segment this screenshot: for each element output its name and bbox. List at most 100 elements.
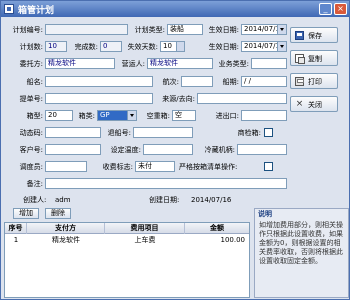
row-amount: 100.00 xyxy=(220,236,246,244)
sales-rep-field[interactable]: 精龙软件 xyxy=(147,58,213,69)
box-class-label: 箱类: xyxy=(78,112,95,120)
import-export-label: 进出口: xyxy=(215,112,239,120)
import-export-field[interactable] xyxy=(241,110,287,121)
print-button[interactable]: 打印 xyxy=(290,73,338,89)
col-amount-header[interactable]: 金额 xyxy=(185,223,249,234)
effective-date2-label: 生效日期: xyxy=(208,43,239,51)
copy-icon xyxy=(295,54,305,64)
print-button-label: 打印 xyxy=(308,78,322,86)
ship-name-field[interactable] xyxy=(45,76,153,87)
completed-label: 完成数: xyxy=(74,43,98,51)
remark-field[interactable] xyxy=(45,178,287,189)
add-fee-button[interactable]: 增加 xyxy=(13,208,39,219)
title-bar[interactable]: 箱管计划 _ × xyxy=(1,1,349,17)
fee-table[interactable]: 序号 支付方 费用项目 金额 1 精龙软件 上车费 100.00 xyxy=(4,222,250,298)
plan-no-field[interactable] xyxy=(45,24,128,35)
close-button[interactable]: × 关闭 xyxy=(290,96,338,112)
chevron-down-icon[interactable] xyxy=(277,42,286,51)
set-temp-field[interactable] xyxy=(143,144,193,155)
save-icon xyxy=(295,31,304,40)
box-type-field[interactable]: 20 xyxy=(45,110,73,121)
close-window-button[interactable]: × xyxy=(334,3,347,15)
power-code-field[interactable] xyxy=(45,127,101,138)
plan-window: 箱管计划 _ × 计划编号: 计划类型: 装船 生效日期: 2014/07/16… xyxy=(0,0,350,300)
strict-label: 严格按箱清单操作: xyxy=(179,163,238,171)
save-button-label: 保存 xyxy=(308,32,322,40)
sales-rep-label: 营运人: xyxy=(121,60,145,68)
fee-mark-label: 收费标志: xyxy=(102,163,133,171)
box-class-dropdown[interactable]: GP xyxy=(97,110,137,121)
close-button-label: 关闭 xyxy=(308,101,322,109)
col-payer-header[interactable]: 支付方 xyxy=(27,223,105,234)
plan-form: 计划编号: 计划类型: 装船 生效日期: 2014/07/16 计划数: 10 … xyxy=(3,18,287,204)
effective-date2-picker[interactable]: 2014/07/16 xyxy=(241,41,287,52)
invalid-days-stepper[interactable]: 10 xyxy=(160,41,185,52)
dispatcher-field[interactable] xyxy=(45,161,87,172)
row-item: 上车费 xyxy=(134,236,156,244)
business-type-field[interactable] xyxy=(251,58,287,69)
plan-count-label: 计划数: xyxy=(19,43,43,51)
cold-machine-label: 冷藏机柄: xyxy=(204,146,235,154)
box-class-value: GP xyxy=(100,111,110,119)
origin-dest-field[interactable] xyxy=(197,93,287,104)
plan-count-field[interactable]: 10 xyxy=(45,41,67,52)
minimize-button[interactable]: _ xyxy=(319,3,332,15)
effective-date1-label: 生效日期: xyxy=(208,26,239,34)
completed-field[interactable]: 0 xyxy=(100,41,122,52)
copy-button-label: 复制 xyxy=(308,55,322,63)
fee-table-header: 序号 支付方 费用项目 金额 xyxy=(5,223,249,234)
creator-label: 创建人: xyxy=(23,196,47,204)
berth-period-field[interactable]: / / xyxy=(241,76,287,87)
row-payer: 精龙软件 xyxy=(52,236,80,244)
berth-period-label: 船期: xyxy=(222,78,239,86)
window-icon xyxy=(4,4,14,14)
origin-dest-label: 来源/去向: xyxy=(162,95,195,103)
voyage-label: 航次: xyxy=(162,78,179,86)
note-panel: 说明 如增加费用部分，则相关操作只根据此设置收费，如果金额为0，则根据设置的相关… xyxy=(254,208,349,298)
creator-value: adm xyxy=(55,196,71,204)
plan-no-label: 计划编号: xyxy=(12,26,43,34)
empty-heavy-field[interactable]: 空 xyxy=(172,110,196,121)
chevron-down-icon[interactable] xyxy=(277,25,286,34)
return-no-label: 退船号: xyxy=(107,129,131,137)
window-title: 箱管计划 xyxy=(18,6,55,16)
table-row[interactable]: 1 精龙软件 上车费 100.00 xyxy=(5,235,249,245)
customer-no-field[interactable] xyxy=(45,144,101,155)
set-temp-label: 设定温度: xyxy=(110,146,141,154)
create-date-label: 创建日期: xyxy=(149,196,180,204)
strict-checkbox[interactable] xyxy=(264,162,273,171)
dispatcher-label: 调度员: xyxy=(19,163,43,171)
return-no-field[interactable] xyxy=(133,127,193,138)
note-title: 说明 xyxy=(258,209,272,219)
cold-machine-field[interactable] xyxy=(237,144,287,155)
plan-type-label: 计划类型: xyxy=(134,26,165,34)
spin-icon[interactable] xyxy=(176,42,184,51)
printer-icon xyxy=(295,77,304,86)
consignor-field[interactable]: 精龙软件 xyxy=(45,58,115,69)
customer-no-label: 客户号: xyxy=(19,146,43,154)
effective-date1-picker[interactable]: 2014/07/16 xyxy=(241,24,287,35)
consignor-label: 委托方: xyxy=(19,60,43,68)
row-seq: 1 xyxy=(13,236,19,244)
dangerous-checkbox[interactable] xyxy=(264,128,273,137)
chevron-down-icon[interactable] xyxy=(127,111,136,120)
voyage-field[interactable] xyxy=(181,76,213,87)
invalid-days-label: 失效天数: xyxy=(127,43,158,51)
power-code-label: 动态码: xyxy=(19,129,43,137)
col-item-header[interactable]: 费用项目 xyxy=(105,223,185,234)
empty-heavy-label: 空重箱: xyxy=(146,112,170,120)
col-seq-header[interactable]: 序号 xyxy=(5,223,27,234)
plan-type-field[interactable]: 装船 xyxy=(167,24,203,35)
bl-no-field[interactable] xyxy=(45,93,153,104)
copy-button[interactable]: 复制 xyxy=(290,50,338,66)
create-date-value: 2014/07/16 xyxy=(191,196,232,204)
business-type-label: 业务类型: xyxy=(218,60,249,68)
save-button[interactable]: 保存 xyxy=(290,27,338,43)
delete-fee-button[interactable]: 删除 xyxy=(45,208,71,219)
dangerous-label: 商检箱: xyxy=(237,129,261,137)
box-type-label: 箱型: xyxy=(26,112,43,120)
fee-mark-field[interactable]: 未付 xyxy=(135,161,175,172)
invalid-days-value: 10 xyxy=(163,42,172,50)
ship-name-label: 船名: xyxy=(26,78,43,86)
note-body: 如增加费用部分，则相关操作只根据此设置收费，如果金额为0，则根据设置的相关费率收… xyxy=(259,221,343,265)
